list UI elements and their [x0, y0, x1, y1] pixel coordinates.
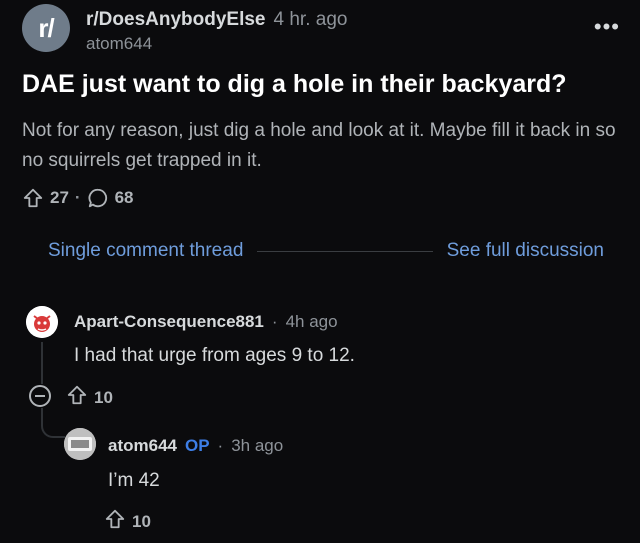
- comment-age: 4h ago: [285, 312, 338, 331]
- separator-dot: ·: [217, 436, 224, 455]
- commenter-avatar[interactable]: [26, 306, 58, 338]
- thread-line: [41, 342, 43, 384]
- single-comment-thread-link[interactable]: Single comment thread: [48, 240, 243, 262]
- separator-dot: ·: [74, 188, 81, 207]
- op-badge: OP: [184, 436, 210, 455]
- comment-upvote-count: 10: [94, 387, 113, 407]
- comment-text: I had that urge from ages 9 to 12.: [74, 345, 355, 366]
- post-author[interactable]: atom644: [86, 34, 152, 54]
- divider: [257, 250, 433, 252]
- reply-username[interactable]: atom644: [108, 436, 177, 456]
- post-body: Not for any reason, just dig a hole and …: [22, 120, 616, 171]
- upvote-icon[interactable]: [66, 384, 94, 411]
- subreddit-name[interactable]: r/DoesAnybodyElse 4 hr. ago: [86, 9, 347, 31]
- see-full-discussion-link[interactable]: See full discussion: [447, 240, 604, 262]
- collapse-icon[interactable]: [29, 385, 51, 407]
- post-stats: 27 · 68: [22, 183, 134, 213]
- reply-upvote-count: 10: [132, 511, 151, 531]
- comment-bubble-icon[interactable]: [87, 187, 109, 209]
- comment-count: 68: [114, 188, 134, 207]
- thread-navigation: Single comment thread See full discussio…: [48, 236, 604, 266]
- reply-text: I’m 42: [108, 470, 160, 491]
- upvote-icon[interactable]: [22, 187, 44, 209]
- upvote-count: 27: [50, 188, 69, 207]
- separator-dot: ·: [271, 312, 278, 331]
- reply-meta: atom644 OP · 3h ago: [108, 436, 283, 456]
- more-options-icon[interactable]: •••: [594, 14, 620, 40]
- comment-meta: Apart-Consequence881 · 4h ago: [74, 312, 338, 332]
- reply-age: 3h ago: [231, 436, 284, 455]
- upvote-icon[interactable]: [104, 508, 132, 535]
- subreddit-avatar[interactable]: r/: [22, 4, 70, 52]
- reply-thread-line: [41, 408, 65, 438]
- comment-vote: 10: [66, 384, 113, 411]
- subreddit-link[interactable]: r/DoesAnybodyElse: [86, 9, 266, 30]
- commenter-username[interactable]: Apart-Consequence881: [74, 312, 264, 332]
- post-age: 4 hr. ago: [273, 9, 348, 30]
- reply-vote: 10: [104, 508, 151, 535]
- reply-avatar[interactable]: [64, 428, 96, 460]
- post-title: DAE just want to dig a hole in their bac…: [22, 70, 567, 98]
